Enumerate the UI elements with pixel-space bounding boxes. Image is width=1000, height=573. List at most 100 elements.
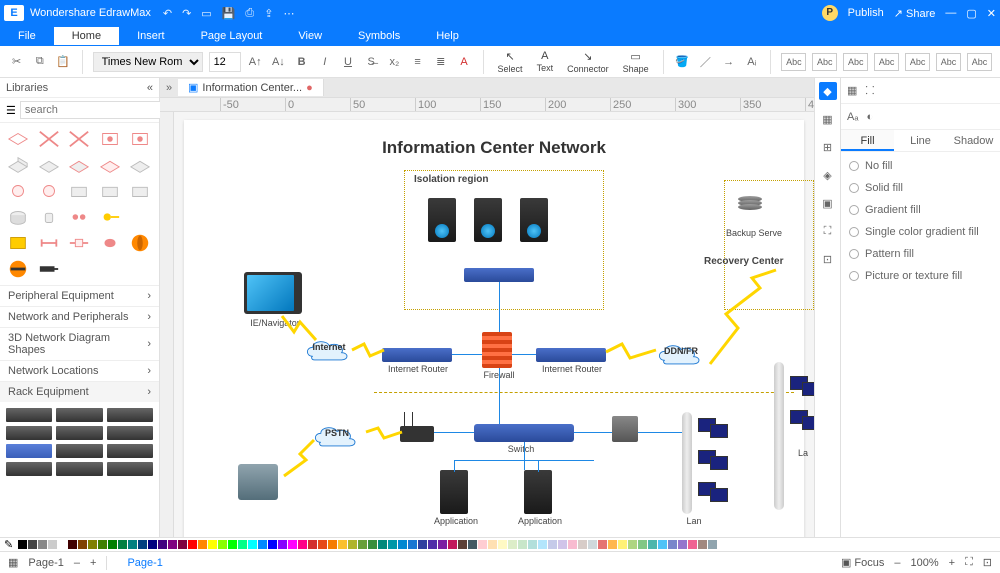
color-swatch[interactable]	[138, 540, 147, 549]
color-swatch[interactable]	[648, 540, 657, 549]
fill-option-picture[interactable]: Picture or texture fill	[849, 270, 992, 282]
publish-button[interactable]: Publish	[848, 7, 884, 19]
monitors[interactable]	[790, 376, 814, 398]
close-icon[interactable]: ✕	[987, 7, 996, 20]
color-swatch[interactable]	[308, 540, 317, 549]
color-swatch[interactable]	[98, 540, 107, 549]
select-tool[interactable]: ↖Select	[494, 50, 527, 74]
color-swatch[interactable]	[18, 540, 27, 549]
color-swatch[interactable]	[538, 540, 547, 549]
shape-tool[interactable]: ▭Shape	[619, 50, 653, 74]
redo-icon[interactable]: ↷	[182, 7, 191, 20]
server-node[interactable]	[474, 198, 502, 242]
style-preset[interactable]: Abc	[905, 53, 930, 71]
lib-section-locations[interactable]: Network Locations›	[0, 360, 159, 381]
focus-button[interactable]: ▣ Focus	[841, 556, 884, 569]
color-swatch[interactable]	[478, 540, 487, 549]
switch-node[interactable]	[474, 424, 574, 442]
rack-item[interactable]	[107, 426, 153, 440]
shape-item[interactable]	[65, 179, 93, 203]
color-swatch[interactable]	[38, 540, 47, 549]
font-size-input[interactable]	[209, 52, 241, 72]
fill-option-pattern[interactable]: Pattern fill	[849, 248, 992, 260]
fit-icon[interactable]: ⛶	[965, 556, 973, 569]
ai-icon[interactable]: ⊞	[819, 138, 837, 156]
lan-cylinder-right[interactable]	[774, 362, 784, 510]
color-swatch[interactable]	[228, 540, 237, 549]
tab-shadow[interactable]: Shadow	[947, 130, 1000, 151]
zoom-out-icon[interactable]: –	[894, 557, 900, 569]
align-icon[interactable]: ▦	[847, 84, 857, 97]
color-swatch[interactable]	[348, 540, 357, 549]
color-swatch[interactable]	[188, 540, 197, 549]
color-swatch[interactable]	[598, 540, 607, 549]
color-swatch[interactable]	[318, 540, 327, 549]
rack-item[interactable]	[6, 408, 52, 422]
router-left[interactable]	[382, 348, 452, 362]
image-icon[interactable]: ▣	[819, 194, 837, 212]
monitors[interactable]	[698, 418, 730, 440]
lib-section-3d[interactable]: 3D Network Diagram Shapes›	[0, 327, 159, 360]
color-swatch[interactable]	[118, 540, 127, 549]
color-swatch[interactable]	[28, 540, 37, 549]
server-node[interactable]	[428, 198, 456, 242]
color-swatch[interactable]	[258, 540, 267, 549]
font-select[interactable]: Times New Roman	[93, 52, 203, 72]
color-swatch[interactable]	[198, 540, 207, 549]
shape-item[interactable]	[96, 127, 124, 151]
lib-section-network[interactable]: Network and Peripherals›	[0, 306, 159, 327]
save-icon[interactable]: 💾	[222, 7, 236, 20]
color-swatch[interactable]	[268, 540, 277, 549]
color-swatch[interactable]	[548, 540, 557, 549]
style-preset[interactable]: Abc	[781, 53, 806, 71]
text-tool[interactable]: AText	[533, 50, 558, 73]
rack-item[interactable]	[56, 462, 102, 476]
color-swatch[interactable]	[128, 540, 137, 549]
fill-icon[interactable]: 🪣	[674, 53, 691, 71]
menu-page-layout[interactable]: Page Layout	[183, 27, 281, 45]
undo-icon[interactable]: ↶	[163, 7, 172, 20]
color-swatch[interactable]	[158, 540, 167, 549]
color-swatch[interactable]	[288, 540, 297, 549]
shape-item[interactable]	[96, 231, 124, 255]
lib-section-rack[interactable]: Rack Equipment›	[0, 381, 159, 402]
color-swatch[interactable]	[238, 540, 247, 549]
tab-fill[interactable]: Fill	[841, 130, 894, 151]
theme-icon[interactable]: ◐	[866, 111, 873, 123]
color-swatch[interactable]	[528, 540, 537, 549]
menu-insert[interactable]: Insert	[119, 27, 183, 45]
grid-icon[interactable]: ▦	[819, 110, 837, 128]
align-icon[interactable]: ≣	[432, 53, 449, 71]
color-swatch[interactable]	[148, 540, 157, 549]
page-add-icon[interactable]: +	[90, 557, 96, 569]
library-menu-icon[interactable]: ☰	[6, 104, 16, 117]
pointer-tool-icon[interactable]: ◆	[819, 82, 837, 100]
lan-cylinder[interactable]	[682, 412, 692, 514]
color-swatch[interactable]	[658, 540, 667, 549]
shape-item[interactable]	[65, 231, 93, 255]
shape-item[interactable]	[4, 179, 32, 203]
color-swatch[interactable]	[108, 540, 117, 549]
tablet-node[interactable]	[244, 272, 302, 314]
arrow-icon[interactable]: →	[720, 53, 737, 71]
shape-item[interactable]	[126, 231, 154, 255]
printer-node[interactable]	[238, 464, 278, 500]
color-swatch[interactable]	[48, 540, 57, 549]
fill-option-gradient[interactable]: Gradient fill	[849, 204, 992, 216]
backup-disk[interactable]	[738, 198, 762, 222]
fullscreen-icon[interactable]: ⊡	[983, 556, 992, 569]
collapse-icon[interactable]: «	[147, 82, 153, 94]
color-swatch[interactable]	[628, 540, 637, 549]
rack-item[interactable]	[56, 408, 102, 422]
menu-home[interactable]: Home	[54, 27, 119, 45]
shape-item[interactable]	[65, 205, 93, 229]
app-server-left[interactable]	[440, 470, 468, 514]
shape-item[interactable]	[65, 153, 93, 177]
color-swatch[interactable]	[458, 540, 467, 549]
fill-option-single-gradient[interactable]: Single color gradient fill	[849, 226, 992, 238]
menu-view[interactable]: View	[280, 27, 340, 45]
color-swatch[interactable]	[698, 540, 707, 549]
color-swatch[interactable]	[58, 540, 67, 549]
color-swatch[interactable]	[278, 540, 287, 549]
shape-item[interactable]	[65, 127, 93, 151]
